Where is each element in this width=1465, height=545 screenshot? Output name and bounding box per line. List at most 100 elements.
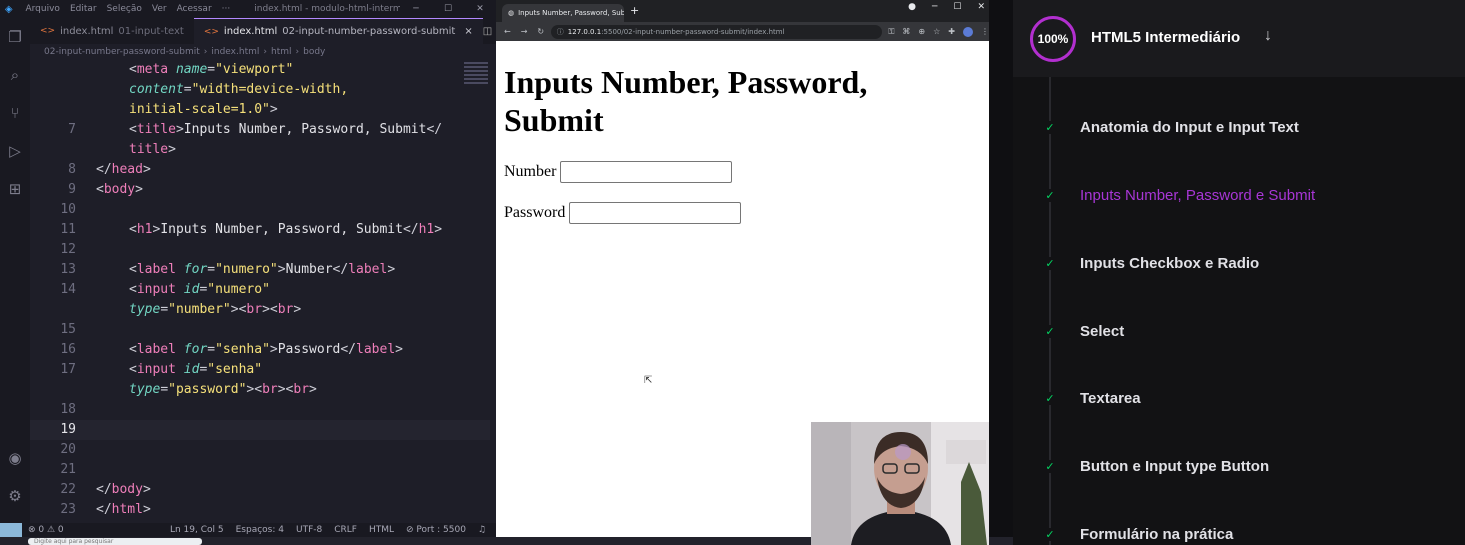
line-number: 18 xyxy=(60,402,76,417)
code-line[interactable]: content="width=device-width, xyxy=(30,80,490,100)
explorer-icon[interactable]: ❐ xyxy=(0,18,30,56)
zoom-icon[interactable]: ⊕ xyxy=(918,27,925,37)
lesson-item[interactable]: ✓ Textarea xyxy=(1013,386,1465,410)
address-bar[interactable]: ⓘ 127.0.0.1:5500/02-input-number-passwor… xyxy=(550,24,883,39)
back-icon[interactable]: ← xyxy=(504,27,511,36)
lesson-item[interactable]: ✓ Anatomia do Input e Input Text xyxy=(1013,115,1465,139)
password-input[interactable] xyxy=(569,202,742,224)
code-line[interactable]: 14 <input id="numero" xyxy=(30,280,490,300)
menu-more[interactable]: ··· xyxy=(222,4,231,14)
bookmark-star-icon[interactable]: ☆ xyxy=(933,27,940,37)
code-line[interactable]: 8 </head> xyxy=(30,160,490,180)
menu-editar[interactable]: Editar xyxy=(70,4,97,14)
code-line[interactable]: type="password"><br><br> xyxy=(30,380,490,400)
code-line[interactable]: 22 </body> xyxy=(30,480,490,500)
code-line[interactable]: 12 xyxy=(30,240,490,260)
line-number: 22 xyxy=(60,482,76,497)
browser-maximize-icon[interactable]: ☐ xyxy=(953,2,961,12)
settings-gear-icon[interactable]: ⚙ xyxy=(0,477,30,515)
number-input[interactable] xyxy=(560,161,733,183)
account-icon[interactable]: ◉ xyxy=(0,439,30,477)
lesson-label: Select xyxy=(1080,322,1125,340)
code-line[interactable]: 23 </html> xyxy=(30,500,490,520)
key-icon[interactable]: ⚿ xyxy=(888,27,894,37)
code-line[interactable]: initial-scale=1.0"> xyxy=(30,100,490,120)
cursor-position[interactable]: Ln 19, Col 5 xyxy=(170,525,224,535)
remote-indicator[interactable] xyxy=(0,523,22,537)
lesson-item[interactable]: ✓ Inputs Checkbox e Radio xyxy=(1013,251,1465,275)
extensions-icon[interactable]: ⊞ xyxy=(0,170,30,208)
browser-close-icon[interactable]: ✕ xyxy=(977,2,985,12)
menu-selecao[interactable]: Seleção xyxy=(107,4,142,14)
line-endings[interactable]: CRLF xyxy=(334,525,357,535)
code-editor[interactable]: <meta name="viewport" content="width=devi… xyxy=(30,60,490,522)
code-line[interactable]: type="number"><br><br> xyxy=(30,300,490,320)
tab-index-number-password[interactable]: <> index.html 02-input-number-password-s… xyxy=(193,18,483,44)
lesson-item[interactable]: ✓ Select xyxy=(1013,319,1465,343)
code-line[interactable]: 13 <label for="numero">Number</label> xyxy=(30,260,490,280)
lesson-item[interactable]: ✓ Button e Input type Button xyxy=(1013,454,1465,478)
menu-ver[interactable]: Ver xyxy=(152,4,167,14)
breadcrumb-html[interactable]: html xyxy=(271,47,292,57)
indentation[interactable]: Espaços: 4 xyxy=(236,525,284,535)
globe-icon: ◍ xyxy=(508,9,515,17)
completed-check-icon: ✓ xyxy=(1043,391,1057,405)
code-line[interactable]: 10 xyxy=(30,200,490,220)
menu-acessar[interactable]: Acessar xyxy=(177,4,212,14)
arrow-down-icon[interactable]: ↓ xyxy=(1264,27,1272,45)
line-code: <input id="senha" xyxy=(129,362,263,377)
browser-tab-title: Inputs Number, Password, Submit xyxy=(518,9,624,17)
course-header[interactable]: 100% HTML5 Intermediário ↓ xyxy=(1013,0,1465,77)
extension-icon[interactable]: ✚ xyxy=(948,27,955,37)
language-mode[interactable]: HTML xyxy=(369,525,394,535)
close-icon[interactable]: ✕ xyxy=(464,4,496,14)
encoding[interactable]: UTF-8 xyxy=(296,525,322,535)
profile-avatar[interactable] xyxy=(963,26,973,37)
code-line[interactable]: 15 xyxy=(30,320,490,340)
code-line[interactable]: 17 <input id="senha" xyxy=(30,360,490,380)
forward-icon[interactable]: → xyxy=(521,27,528,36)
breadcrumb-file[interactable]: index.html xyxy=(211,47,259,57)
code-line[interactable]: 20 xyxy=(30,440,490,460)
problems-indicator[interactable]: ⊗ 0 ⚠ 0 xyxy=(28,525,64,535)
notifications-bell-icon[interactable]: ♫ xyxy=(478,525,486,535)
minimap[interactable] xyxy=(462,60,490,100)
code-line[interactable]: 11 <h1>Inputs Number, Password, Submit</h… xyxy=(30,220,490,240)
code-line[interactable]: 21 xyxy=(30,460,490,480)
browser-minimize-icon[interactable]: ─ xyxy=(932,2,937,12)
lesson-item[interactable]: ✓ Formulário na prática xyxy=(1013,522,1465,545)
code-line[interactable]: 18 xyxy=(30,400,490,420)
source-control-icon[interactable]: ⑂ xyxy=(0,94,30,132)
breadcrumb-folder[interactable]: 02-input-number-password-submit xyxy=(44,47,200,57)
maximize-icon[interactable]: ☐ xyxy=(432,4,464,14)
reload-icon[interactable]: ↻ xyxy=(537,27,544,36)
tab-close-icon[interactable]: × xyxy=(464,26,472,37)
tab-index-input-text[interactable]: <> index.html 01-input-text xyxy=(30,18,194,44)
split-editor-icon[interactable]: ◫ xyxy=(483,26,492,37)
line-number: 11 xyxy=(60,222,76,237)
code-line[interactable]: <meta name="viewport" xyxy=(30,60,490,80)
taskbar-search-input[interactable]: Digite aqui para pesquisar xyxy=(28,538,202,545)
run-debug-icon[interactable]: ▷ xyxy=(0,132,30,170)
line-code: <label for="senha">Password</label> xyxy=(129,342,403,357)
new-tab-button[interactable]: + xyxy=(630,4,639,17)
code-line[interactable]: title> xyxy=(30,140,490,160)
mouse-cursor-icon: ⇱ xyxy=(644,375,653,386)
info-icon[interactable]: ⓘ xyxy=(557,27,564,37)
code-line[interactable]: 7 <title>Inputs Number, Password, Submit<… xyxy=(30,120,490,140)
live-server-port[interactable]: ⊘ Port : 5500 xyxy=(406,525,466,535)
lesson-item[interactable]: ✓ Inputs Number, Password e Submit xyxy=(1013,183,1465,207)
breadcrumb-body[interactable]: body xyxy=(303,47,325,57)
minimize-icon[interactable]: ─ xyxy=(400,4,432,14)
translate-icon[interactable]: ⌘ xyxy=(902,27,910,37)
code-line[interactable]: 16 <label for="senha">Password</label> xyxy=(30,340,490,360)
menu-arquivo[interactable]: Arquivo xyxy=(25,4,59,14)
browser-tab[interactable]: ◍ Inputs Number, Password, Submit ✕ xyxy=(502,4,624,22)
browser-record-icon[interactable]: ● xyxy=(908,2,916,12)
vscode-menu-bar: Arquivo Editar Seleção Ver Acessar ··· xyxy=(25,4,230,14)
code-line[interactable]: 9 <body> xyxy=(30,180,490,200)
browser-menu-icon[interactable]: ⋮ xyxy=(981,27,989,37)
search-icon[interactable]: ⌕ xyxy=(0,56,30,94)
line-code: content="width=device-width, xyxy=(129,82,349,97)
code-line[interactable]: 19 xyxy=(30,420,490,440)
